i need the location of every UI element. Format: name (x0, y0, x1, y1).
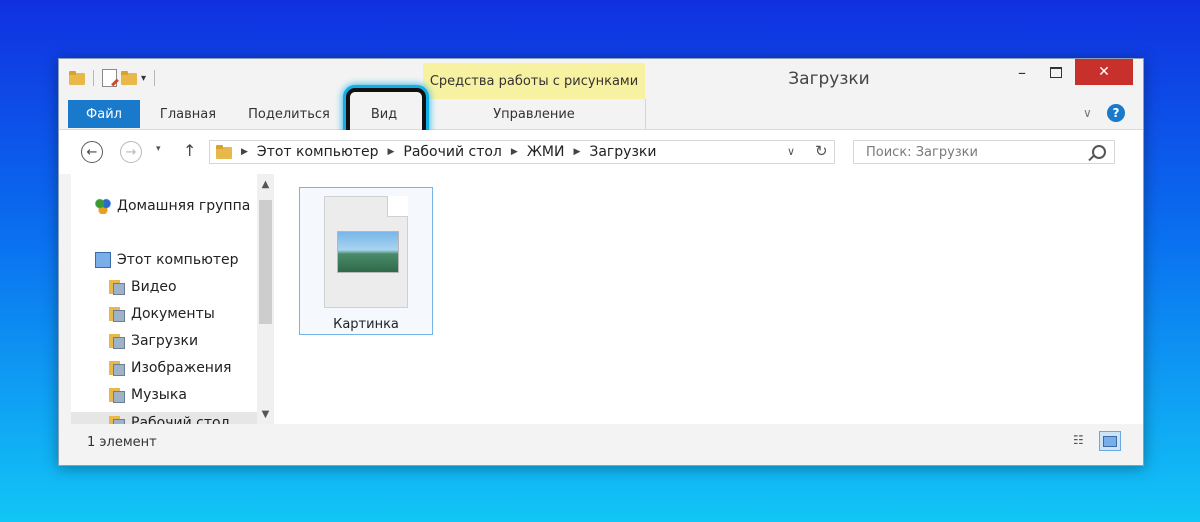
sidebar-item-music[interactable]: Музыка (109, 387, 187, 403)
chevron-right-icon[interactable]: ▶ (241, 147, 248, 157)
forward-button[interactable]: → (120, 141, 142, 163)
sidebar-item-label: Видео (131, 279, 177, 295)
scroll-down-icon[interactable]: ▼ (257, 406, 274, 422)
file-item[interactable]: Картинка (299, 187, 433, 335)
sidebar-item-label: Музыка (131, 387, 187, 403)
details-view-icon[interactable]: ☷ (1073, 433, 1091, 451)
tab-file[interactable]: Файл (68, 100, 140, 128)
toolbar-separator (154, 70, 156, 86)
search-input[interactable] (864, 143, 1068, 161)
folder-icon (216, 145, 232, 159)
status-bar: 1 элемент ☷ (59, 425, 1143, 465)
address-bar[interactable]: ▶ Этот компьютер ▶ Рабочий стол ▶ ЖМИ ▶ … (209, 140, 835, 164)
navigation-scrollbar[interactable]: ▲ ▼ (257, 174, 274, 424)
search-box[interactable] (853, 140, 1115, 164)
expand-ribbon-icon[interactable]: ∨ (1083, 106, 1092, 120)
back-button[interactable]: ← (81, 141, 103, 163)
sidebar-item-label: Изображения (131, 360, 232, 376)
breadcrumb-this-pc[interactable]: Этот компьютер (257, 144, 379, 160)
maximize-icon (1050, 66, 1062, 78)
title-bar: ▾ Средства работы с рисунками Загрузки –… (59, 59, 1143, 99)
breadcrumb: ▶ Этот компьютер ▶ Рабочий стол ▶ ЖМИ ▶ … (210, 144, 656, 160)
item-count: 1 элемент (87, 435, 157, 450)
landscape-thumbnail (337, 231, 399, 273)
file-name: Картинка (333, 317, 399, 332)
sidebar-item-desktop[interactable]: Рабочий стол (71, 412, 259, 424)
sidebar-item-label: Рабочий стол (131, 415, 230, 424)
address-dropdown-icon[interactable]: ∨ (787, 145, 795, 158)
sidebar-item-videos[interactable]: Видео (109, 279, 177, 295)
documents-folder-icon (109, 306, 125, 322)
navigation-bar: ← → ▾ ↑ ▶ Этот компьютер ▶ Рабочий стол … (59, 130, 1143, 174)
ribbon-tabs: Файл Главная Поделиться Вид Управление ∨… (59, 99, 1143, 130)
toolbar-separator (93, 70, 94, 86)
computer-icon (95, 252, 111, 268)
sidebar-item-downloads[interactable]: Загрузки (109, 333, 198, 349)
tab-manage[interactable]: Управление (479, 100, 589, 128)
explorer-window: ▾ Средства работы с рисунками Загрузки –… (58, 58, 1144, 466)
recent-locations-button[interactable]: ▾ (156, 144, 161, 154)
help-icon[interactable]: ? (1107, 104, 1125, 122)
window-title: Загрузки (788, 69, 870, 89)
sidebar-item-documents[interactable]: Документы (109, 306, 215, 322)
breadcrumb-downloads[interactable]: Загрузки (589, 144, 656, 160)
file-list: Картинка (277, 174, 1143, 424)
sidebar-item-homegroup[interactable]: Домашняя группа (95, 198, 250, 214)
desktop-folder-icon (109, 415, 125, 424)
page-fold (387, 196, 408, 217)
pictures-folder-icon (109, 360, 125, 376)
maximize-button[interactable] (1041, 59, 1071, 85)
sidebar-item-this-pc[interactable]: Этот компьютер (95, 252, 239, 268)
contextual-tab-header: Средства работы с рисунками (423, 63, 645, 99)
large-icons-view-icon[interactable] (1099, 431, 1121, 451)
breadcrumb-jmi[interactable]: ЖМИ (527, 144, 565, 160)
sidebar-item-label: Этот компьютер (117, 252, 239, 268)
music-folder-icon (109, 387, 125, 403)
tab-share[interactable]: Поделиться (244, 100, 334, 128)
downloads-folder-icon (109, 333, 125, 349)
properties-icon[interactable] (102, 69, 117, 87)
new-folder-icon[interactable] (121, 71, 137, 85)
up-button[interactable]: ↑ (183, 141, 196, 160)
breadcrumb-desktop[interactable]: Рабочий стол (403, 144, 502, 160)
chevron-right-icon[interactable]: ▶ (573, 147, 580, 157)
refresh-button[interactable]: ↻ (815, 142, 828, 160)
homegroup-icon (95, 198, 111, 214)
picture-icon (1103, 435, 1117, 447)
close-button[interactable]: ✕ (1075, 59, 1133, 85)
tab-home[interactable]: Главная (149, 100, 227, 128)
chevron-right-icon[interactable]: ▶ (387, 147, 394, 157)
sidebar-item-label: Загрузки (131, 333, 199, 349)
sidebar-item-label: Домашняя группа (117, 198, 251, 214)
search-icon[interactable] (1092, 145, 1106, 159)
navigation-pane: Домашняя группа Этот компьютер Видео Док… (71, 174, 277, 424)
minimize-button[interactable]: – (1007, 59, 1037, 85)
folder-icon[interactable] (69, 71, 85, 85)
scroll-up-icon[interactable]: ▲ (257, 176, 274, 192)
scrollbar-thumb[interactable] (259, 200, 272, 324)
sidebar-item-pictures[interactable]: Изображения (109, 360, 231, 376)
videos-folder-icon (109, 279, 125, 295)
sidebar-item-label: Документы (131, 306, 215, 322)
customize-toolbar-icon[interactable]: ▾ (141, 73, 146, 84)
image-file-icon (324, 196, 408, 308)
tab-divider (645, 99, 646, 129)
chevron-right-icon[interactable]: ▶ (511, 147, 518, 157)
tab-view[interactable]: Вид (349, 100, 419, 128)
quick-access-toolbar: ▾ (69, 69, 159, 87)
